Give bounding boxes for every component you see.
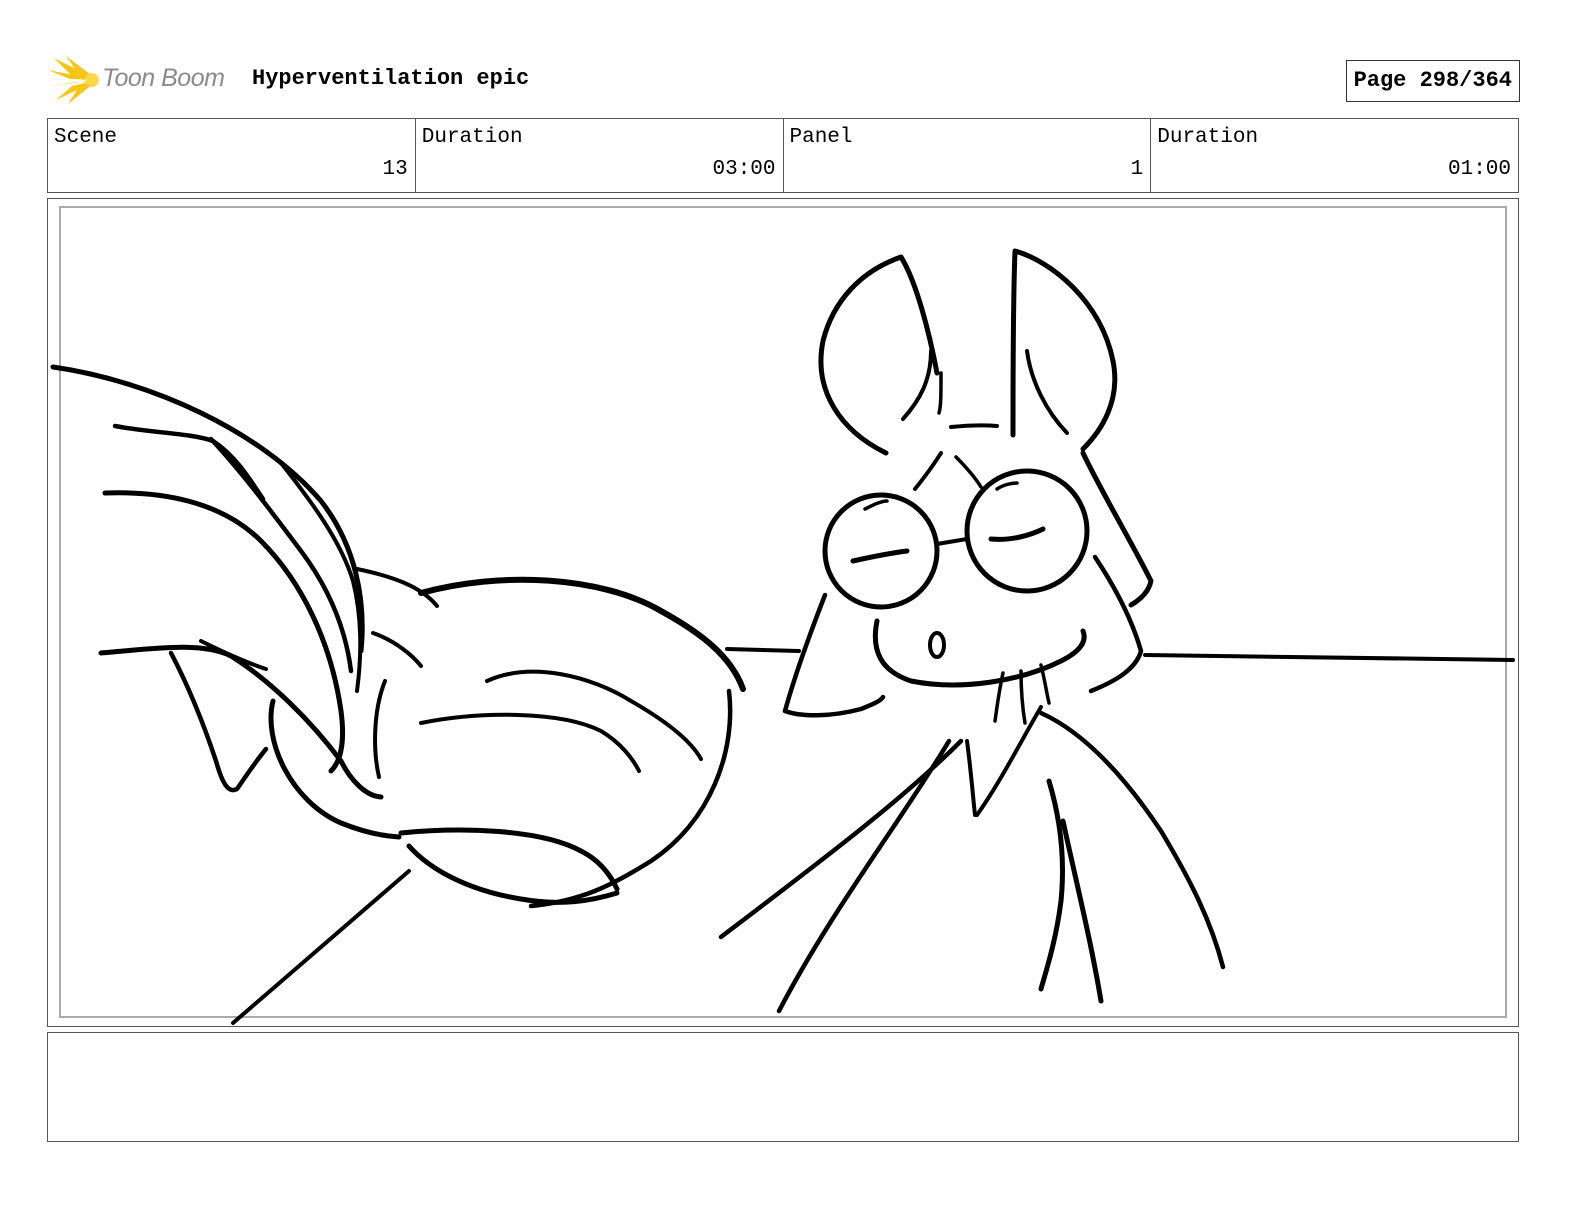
- toon-boom-logo: Toon Boom: [48, 56, 243, 104]
- panel-value: 1: [1130, 158, 1144, 181]
- project-title: Hyperventilation epic: [252, 66, 530, 91]
- scene-duration-value: 03:00: [712, 158, 776, 181]
- panel-duration-label: Duration: [1157, 126, 1259, 149]
- logo-text: Toon Boom: [102, 64, 225, 92]
- panel-notes: [47, 1032, 1519, 1142]
- scene-info-table: Scene 13 Duration 03:00 Panel 1 Duration…: [47, 118, 1519, 193]
- scene-label: Scene: [54, 126, 118, 149]
- panel-label: Panel: [789, 126, 853, 149]
- panel-duration-cell: Duration 01:00: [1151, 119, 1518, 192]
- starburst-icon: [48, 56, 99, 104]
- panel-duration-value: 01:00: [1447, 158, 1511, 181]
- panel-cell: Panel 1: [784, 119, 1152, 192]
- panel-sketch: [50, 248, 1515, 1025]
- scene-cell: Scene 13: [48, 119, 416, 192]
- scene-duration-label: Duration: [421, 126, 523, 149]
- scene-value: 13: [382, 158, 408, 181]
- page-number: Page 298/364: [1345, 60, 1520, 102]
- storyboard-header: Toon Boom Hyperventilation epic Page 298…: [48, 56, 1520, 104]
- storyboard-panel: [47, 198, 1519, 1027]
- scene-duration-cell: Duration 03:00: [416, 119, 784, 192]
